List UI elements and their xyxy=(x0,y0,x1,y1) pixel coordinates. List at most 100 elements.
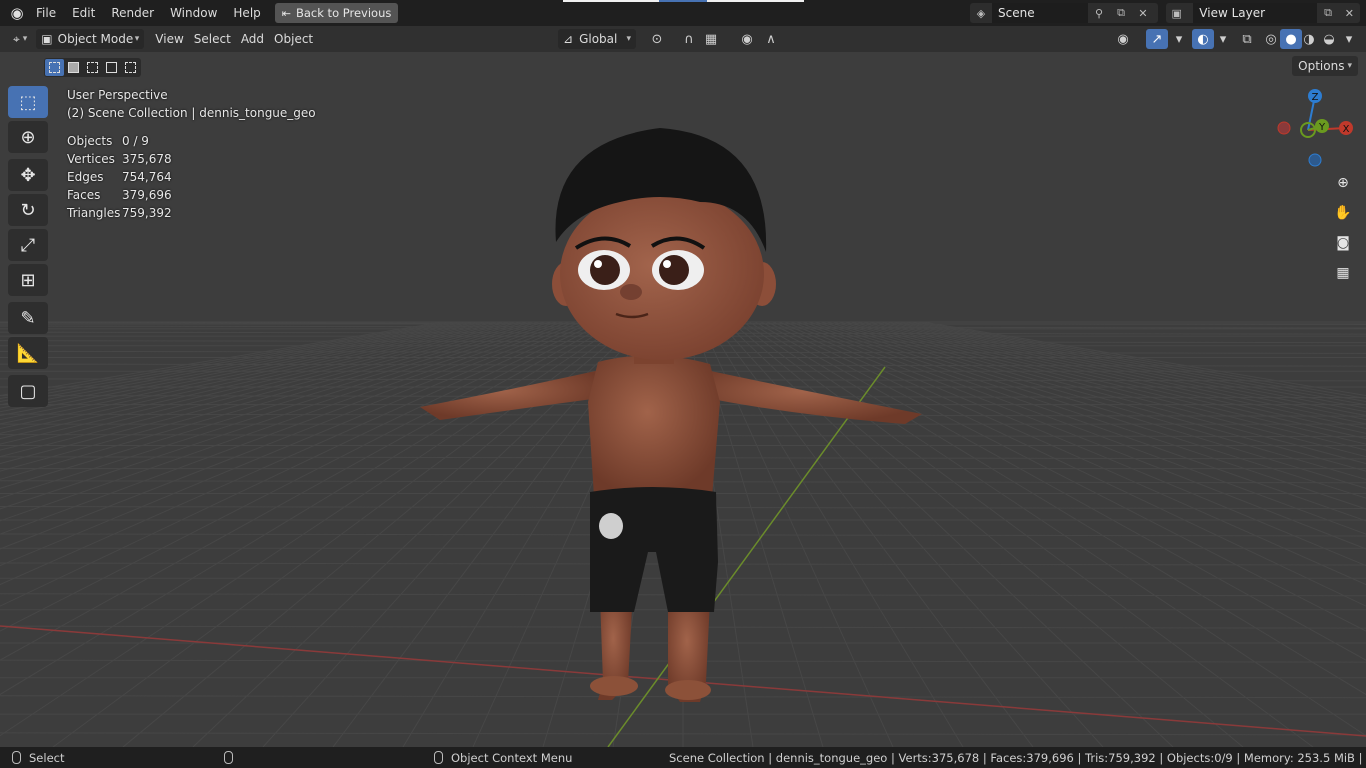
delete-scene-icon[interactable]: ✕ xyxy=(1132,3,1154,23)
chevron-down-icon[interactable]: ▾ xyxy=(1212,29,1234,49)
viewport-header: ⌖ ▾ ▣ Object Mode ▾ View Select Add Objec… xyxy=(0,26,1366,52)
pin-icon[interactable]: ⚲ xyxy=(1088,3,1110,23)
chevron-down-icon: ▾ xyxy=(1347,61,1352,71)
gizmo-neg-x-axis[interactable] xyxy=(1277,121,1291,135)
rendered-shading-icon[interactable]: ◒ xyxy=(1318,29,1340,49)
pivot-point-icon[interactable]: ⊙ xyxy=(646,29,668,49)
left-foot xyxy=(590,676,638,696)
status-scene-info: Scene Collection | dennis_tongue_geo | V… xyxy=(669,751,1366,765)
stat-row: Vertices 375,678 xyxy=(67,150,172,168)
grid-line xyxy=(898,321,1366,409)
status-right-hint-label: Object Context Menu xyxy=(451,750,573,765)
scene-name-field[interactable]: Scene xyxy=(992,3,1088,23)
blender-logo-icon[interactable]: ◉ xyxy=(6,2,28,24)
torso xyxy=(588,355,720,497)
select-box-tool-icon[interactable]: ⬚ xyxy=(8,86,48,118)
view-layer-selector[interactable]: ▣ View Layer ⧉ ✕ xyxy=(1166,3,1360,23)
orientation-label: Global xyxy=(579,32,618,46)
chevron-down-icon[interactable]: ▾ xyxy=(1338,29,1360,49)
falloff-icon[interactable]: ∧ xyxy=(760,29,782,49)
left-pupil xyxy=(590,255,620,285)
new-scene-icon[interactable]: ⧉ xyxy=(1110,3,1132,23)
scene-selector[interactable]: ◈ Scene ⚲ ⧉ ✕ xyxy=(970,3,1158,23)
menu-help[interactable]: Help xyxy=(225,0,268,26)
selection-mode-buttons xyxy=(44,58,141,77)
xray-toggle-icon[interactable]: ⧉ xyxy=(1236,29,1258,49)
proportional-edit-icon[interactable]: ◉ xyxy=(736,29,758,49)
visibility-eye-icon[interactable]: ◉ xyxy=(1112,29,1134,49)
right-pupil xyxy=(659,255,689,285)
move-tool-icon[interactable]: ✥ xyxy=(8,159,48,191)
zoom-icon[interactable]: ⊕ xyxy=(1332,172,1354,194)
blender-window: ◉ File Edit Render Window Help ⇤ Back to… xyxy=(0,0,1366,768)
camera-view-icon[interactable]: ◙ xyxy=(1332,232,1354,254)
right-eye-highlight xyxy=(663,260,671,268)
transform-orientation-dropdown[interactable]: ⊿ Global ▾ xyxy=(558,29,636,49)
perspective-toggle-icon[interactable]: ▦ xyxy=(1332,262,1354,284)
grid-line xyxy=(916,321,1366,399)
menu-object[interactable]: Object xyxy=(269,29,318,49)
select-intersect-icon[interactable] xyxy=(121,59,140,76)
stat-label: Objects xyxy=(67,134,113,148)
navigation-gizmo[interactable]: Z X Y xyxy=(1270,82,1360,172)
menu-select[interactable]: Select xyxy=(189,29,236,49)
select-invert-icon[interactable] xyxy=(102,59,121,76)
grid-line xyxy=(790,321,1366,535)
snap-grid-icon[interactable]: ▦ xyxy=(700,29,722,49)
editor-type-icon: ⌖ xyxy=(13,31,20,46)
select-extend-icon[interactable] xyxy=(64,59,83,76)
view-layer-name-field[interactable]: View Layer xyxy=(1193,3,1318,23)
pan-hand-icon[interactable]: ✋ xyxy=(1332,202,1354,224)
view-name: User Perspective xyxy=(67,88,168,102)
stat-row: Triangles 759,392 xyxy=(67,204,172,222)
material-shading-icon[interactable]: ◑ xyxy=(1298,29,1320,49)
menu-file[interactable]: File xyxy=(28,0,64,26)
menu-view[interactable]: View xyxy=(150,29,188,49)
select-new-icon[interactable] xyxy=(45,59,64,76)
gizmo-toggle-icon[interactable]: ↗ xyxy=(1146,29,1168,49)
stat-row: Edges 754,764 xyxy=(67,168,172,186)
active-collection: (2) Scene Collection | dennis_tongue_geo xyxy=(67,106,316,120)
annotate-tool-icon[interactable]: ✎ xyxy=(8,302,48,334)
measure-tool-icon[interactable]: 📐 xyxy=(8,337,48,369)
snap-toggle-icon[interactable]: ∩ xyxy=(678,29,700,49)
select-subtract-icon[interactable] xyxy=(83,59,102,76)
rotate-tool-icon[interactable]: ↻ xyxy=(8,194,48,226)
object-mode-icon: ▣ xyxy=(41,32,53,46)
delete-view-layer-icon[interactable]: ✕ xyxy=(1339,3,1360,23)
menu-edit[interactable]: Edit xyxy=(64,0,103,26)
scale-tool-icon[interactable]: ⤢ xyxy=(8,229,48,261)
stat-label: Edges xyxy=(67,170,104,184)
orientation-icon: ⊿ xyxy=(563,32,574,46)
stat-label: Triangles xyxy=(67,206,121,220)
menu-add[interactable]: Add xyxy=(236,29,269,49)
back-to-previous-button[interactable]: ⇤ Back to Previous xyxy=(274,3,399,23)
new-view-layer-icon[interactable]: ⧉ xyxy=(1317,3,1338,23)
status-middle-mouse xyxy=(224,751,241,764)
chevron-down-icon: ▾ xyxy=(626,34,631,44)
top-bar: ◉ File Edit Render Window Help ⇤ Back to… xyxy=(0,0,1366,26)
editor-type-button[interactable]: ⌖ ▾ xyxy=(8,29,32,49)
active-workspace-tab[interactable] xyxy=(659,0,707,2)
options-dropdown[interactable]: Options ▾ xyxy=(1292,56,1358,76)
chevron-down-icon[interactable]: ▾ xyxy=(1168,29,1190,49)
menu-window[interactable]: Window xyxy=(162,0,225,26)
stat-value: 379,696 xyxy=(122,188,172,202)
gizmo-neg-z-axis[interactable] xyxy=(1308,153,1322,167)
3d-viewport[interactable]: ⬚ ⊕ ✥ ↻ ⤢ ⊞ ✎ 📐 ▢ User Perspective (2) S… xyxy=(0,52,1366,747)
workspace-tabs[interactable] xyxy=(563,0,804,2)
menu-render[interactable]: Render xyxy=(103,0,162,26)
scene-statistics: Objects 0 / 9 Vertices 375,678 Edges 754,76… xyxy=(67,132,172,222)
overlays-toggle-icon[interactable]: ◐ xyxy=(1192,29,1214,49)
transform-tool-icon[interactable]: ⊞ xyxy=(8,264,48,296)
scene-browse-icon[interactable]: ◈ xyxy=(970,3,992,23)
add-cube-tool-icon[interactable]: ▢ xyxy=(8,375,48,407)
mode-dropdown[interactable]: ▣ Object Mode ▾ xyxy=(36,29,145,49)
cursor-tool-icon[interactable]: ⊕ xyxy=(8,121,48,153)
left-eye-highlight xyxy=(594,260,602,268)
wireframe-shading-icon[interactable]: ◎ xyxy=(1260,29,1282,49)
view-layer-browse-icon[interactable]: ▣ xyxy=(1166,3,1187,23)
mouse-middle-icon xyxy=(224,751,233,764)
mouse-right-icon xyxy=(434,751,443,764)
nose xyxy=(620,284,642,300)
